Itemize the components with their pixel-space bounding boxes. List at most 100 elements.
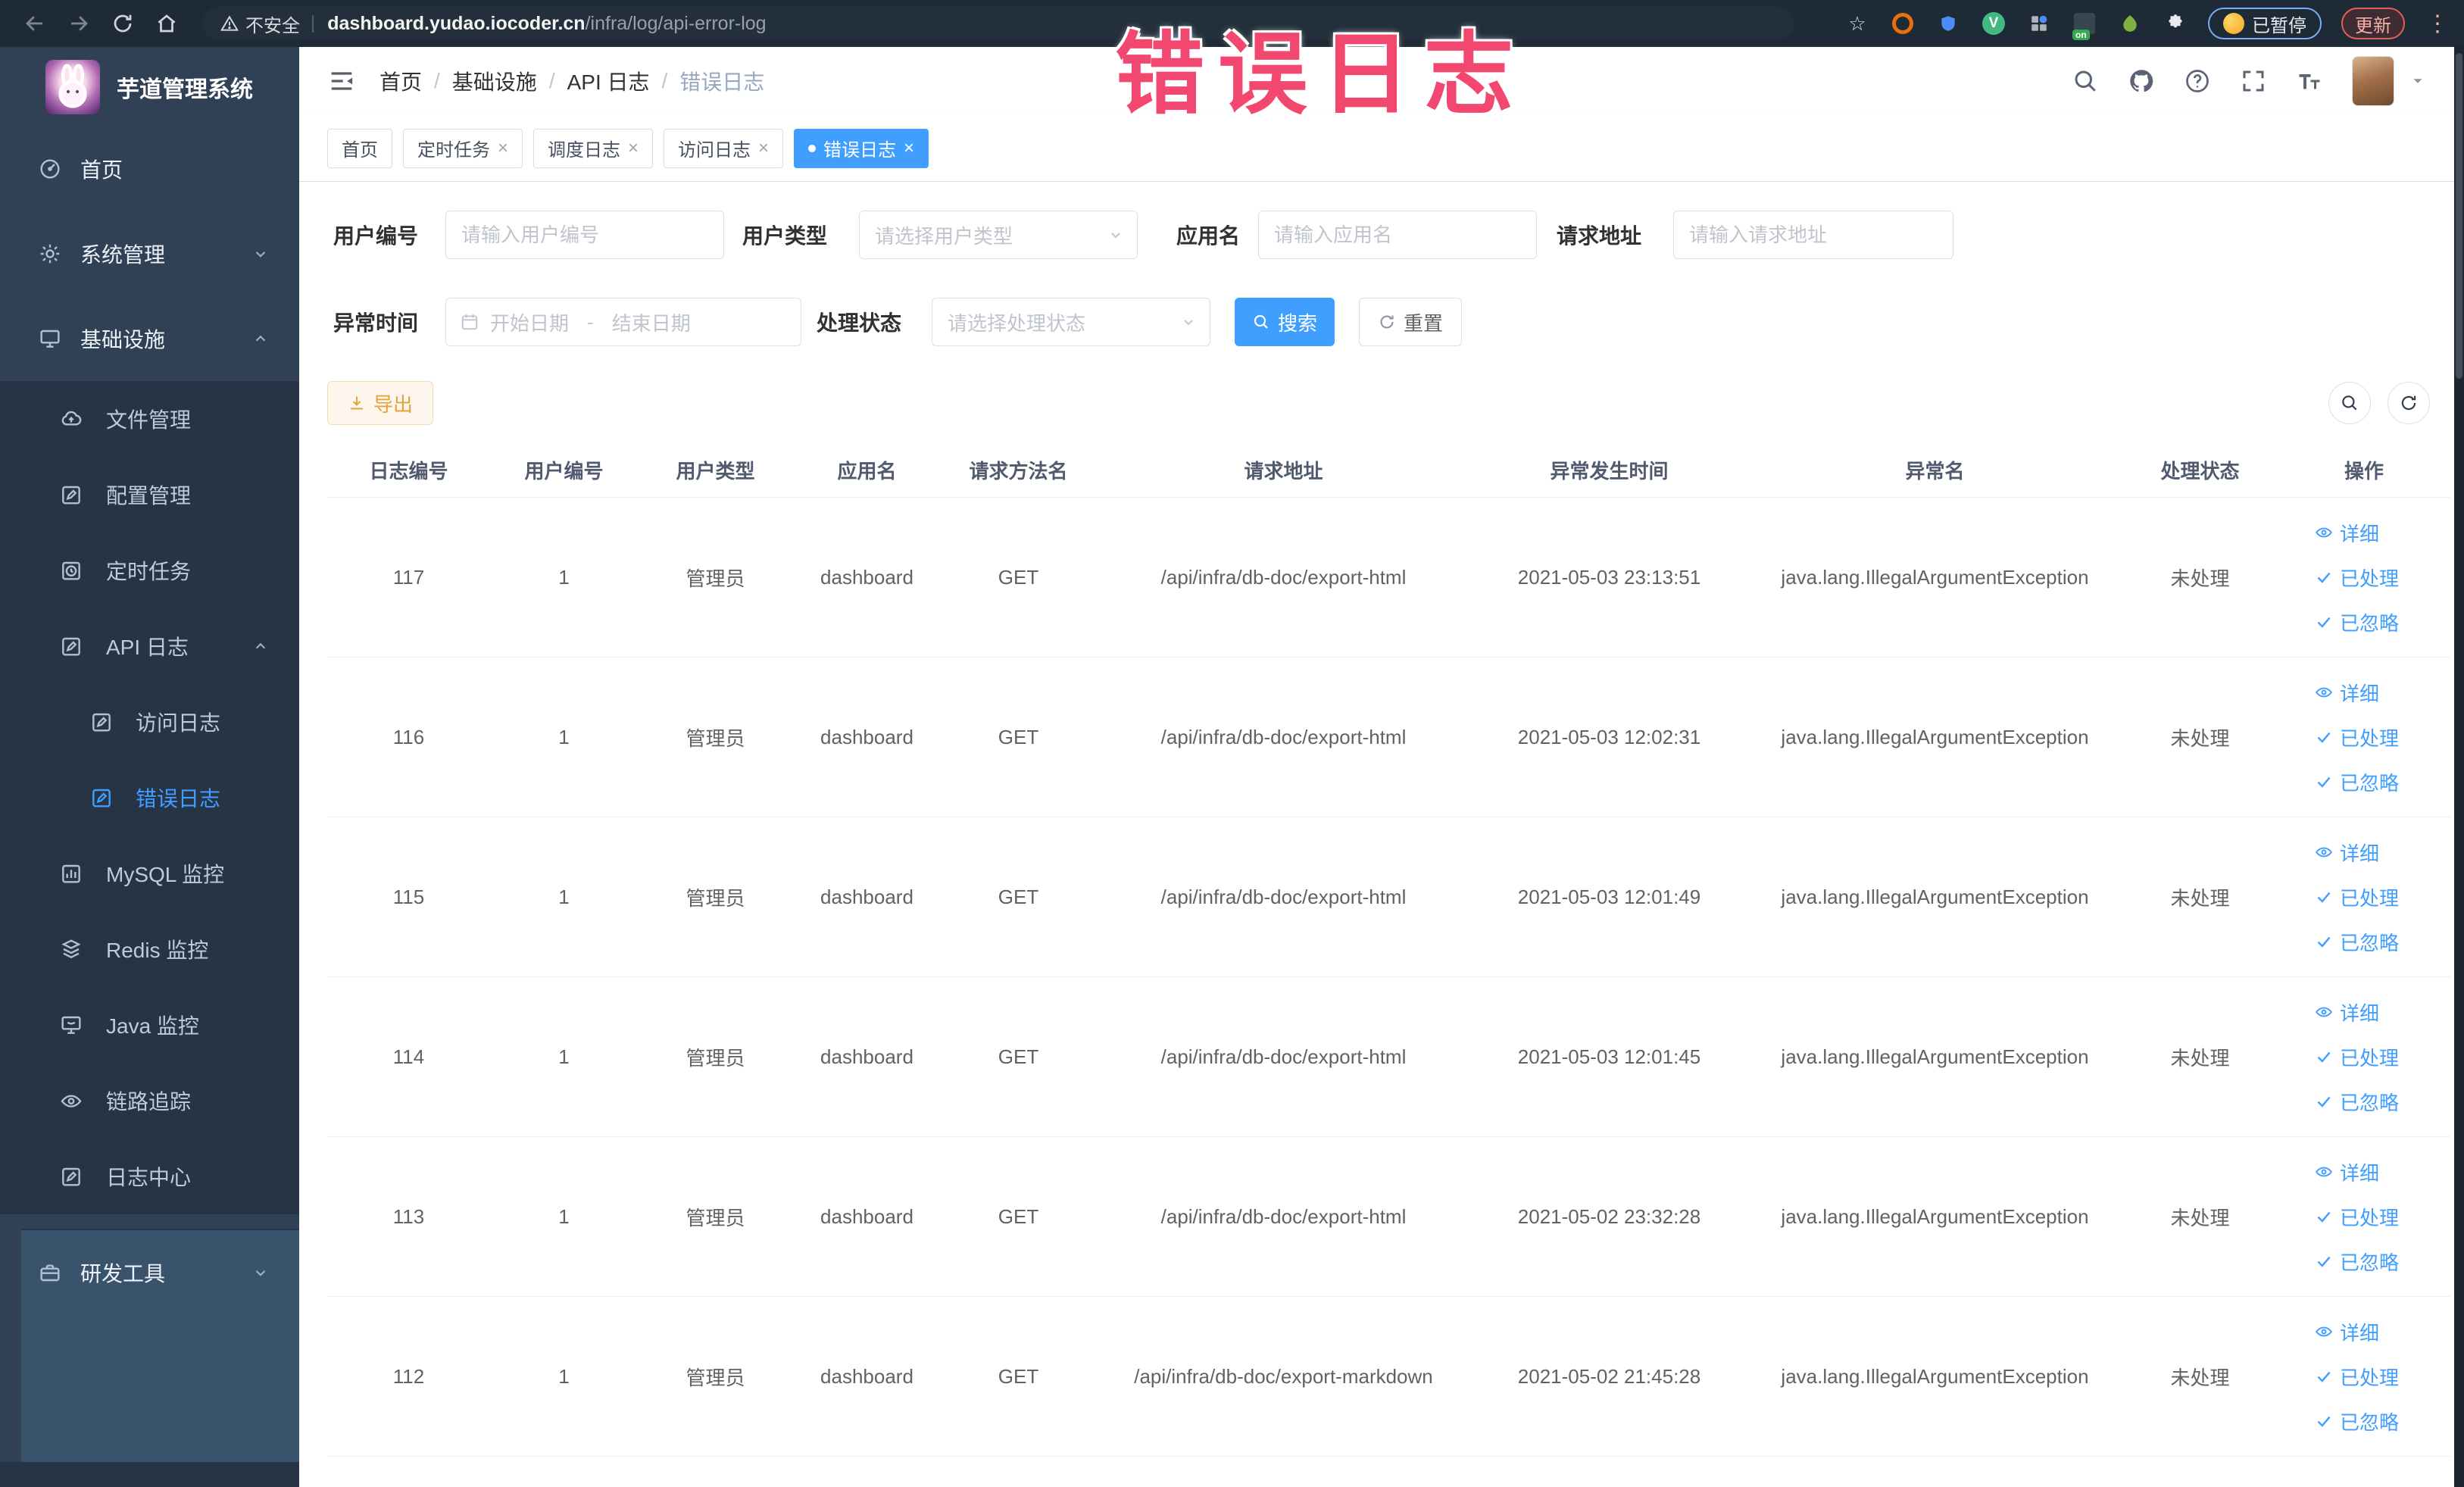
request-url-input[interactable] [1674, 211, 1953, 258]
help-icon[interactable] [2184, 67, 2211, 95]
extension-icon-grid[interactable] [2026, 11, 2052, 36]
browser-home-icon[interactable] [151, 8, 182, 39]
sidebar-item-dev-tools[interactable]: 研发工具 [21, 1230, 299, 1315]
export-button[interactable]: 导出 [327, 381, 433, 425]
extension-icon-orange[interactable] [1890, 11, 1916, 36]
mark-processed-link[interactable]: 已处理 [2314, 723, 2399, 751]
user-type-select[interactable]: 请选择用户类型 [859, 211, 1138, 259]
detail-link[interactable]: 详细 [2314, 998, 2379, 1026]
tab-home[interactable]: 首页 [327, 128, 392, 168]
extension-icon-vue[interactable]: V [1981, 11, 2006, 36]
sidebar-item-label: Java 监控 [106, 1014, 199, 1038]
tab-access-log[interactable]: 访问日志 × [664, 128, 784, 168]
detail-link[interactable]: 详细 [2314, 679, 2379, 707]
fullscreen-icon[interactable] [2240, 67, 2267, 95]
sidebar-item-config-management[interactable]: 配置管理 [0, 457, 299, 533]
process-status-select[interactable]: 请选择处理状态 [932, 298, 1210, 346]
browser-reload-icon[interactable] [108, 8, 138, 39]
table-header-row: 日志编号 用户编号 用户类型 应用名 请求方法名 请求地址 异常发生时间 异常名… [327, 443, 2450, 498]
sidebar-item-access-log[interactable]: 访问日志 [0, 684, 299, 760]
detail-link[interactable]: 详细 [2314, 519, 2379, 547]
cell-method: GET [998, 1364, 1039, 1388]
cell-user-type: 管理员 [685, 726, 745, 750]
search-icon[interactable] [2072, 67, 2099, 95]
sidebar-item-scheduled-jobs[interactable]: 定时任务 [0, 533, 299, 608]
mark-ignored-link[interactable]: 已忽略 [2314, 1248, 2399, 1276]
cell-app-name: dashboard [820, 565, 913, 589]
cell-exception-name: java.lang.IllegalArgumentException [1781, 725, 2089, 748]
close-icon[interactable]: × [904, 139, 914, 158]
scrollbar-thumb[interactable] [2456, 53, 2462, 379]
bookmark-star-icon[interactable]: ☆ [1844, 11, 1870, 36]
sidebar-item-api-log[interactable]: API 日志 [0, 608, 299, 684]
detail-link[interactable]: 详细 [2314, 1158, 2379, 1186]
mark-processed-link[interactable]: 已处理 [2314, 1363, 2399, 1391]
date-range-picker[interactable]: 开始日期 - 结束日期 [445, 298, 801, 346]
mark-ignored-link[interactable]: 已忽略 [2314, 1088, 2399, 1116]
tab-error-log[interactable]: 错误日志 × [794, 128, 929, 168]
extension-icon-blue[interactable] [1935, 11, 1961, 36]
font-size-icon[interactable] [2296, 67, 2323, 95]
sidebar-item-infrastructure[interactable]: 基础设施 [0, 296, 299, 381]
extension-icon-switch-on[interactable]: on [2072, 11, 2097, 40]
mark-ignored-link[interactable]: 已忽略 [2314, 608, 2399, 636]
breadcrumb-item[interactable]: API 日志 [567, 66, 650, 96]
mark-processed-link[interactable]: 已处理 [2314, 883, 2399, 911]
extensions-puzzle-icon[interactable] [2163, 11, 2188, 36]
extension-icon-green[interactable] [2117, 11, 2143, 36]
sidebar-item-home[interactable]: 首页 [0, 127, 299, 211]
breadcrumb-item[interactable]: 基础设施 [452, 66, 537, 96]
toggle-search-button[interactable] [2328, 382, 2371, 424]
sidebar-item-label: 定时任务 [106, 560, 192, 583]
breadcrumb-item[interactable]: 首页 [379, 66, 422, 96]
detail-link[interactable]: 详细 [2314, 839, 2379, 867]
sidebar-item-redis-monitor[interactable]: Redis 监控 [0, 911, 299, 987]
sidebar-item-log-center[interactable]: 日志中心 [0, 1139, 299, 1214]
mark-processed-link[interactable]: 已处理 [2314, 1043, 2399, 1071]
check-icon [2317, 776, 2331, 788]
active-tab-dot [808, 144, 817, 152]
app-logo-row[interactable]: 芋道管理系统 [0, 47, 299, 127]
mark-processed-link[interactable]: 已处理 [2314, 564, 2399, 592]
refresh-table-button[interactable] [2387, 382, 2430, 424]
sidebar-item-system-management[interactable]: 系统管理 [0, 211, 299, 296]
site-security-indicator[interactable]: 不安全 [220, 11, 300, 37]
detail-link[interactable]: 详细 [2314, 1318, 2379, 1346]
sidebar-item-file-management[interactable]: 文件管理 [0, 381, 299, 457]
mark-processed-link[interactable]: 已处理 [2314, 1203, 2399, 1231]
cell-user-id: 1 [558, 1364, 570, 1388]
page-scrollbar[interactable] [2454, 47, 2464, 1487]
profile-paused-badge[interactable]: 已暂停 [2208, 8, 2322, 39]
browser-forward-icon[interactable] [64, 8, 94, 39]
user-id-input[interactable] [446, 211, 723, 258]
close-icon[interactable]: × [628, 139, 639, 158]
sidebar-item-trace[interactable]: 链路追踪 [0, 1063, 299, 1139]
app-name-input[interactable] [1259, 211, 1536, 258]
reset-button[interactable]: 重置 [1359, 298, 1462, 346]
chevron-down-icon [1184, 320, 1193, 326]
browser-back-icon[interactable] [20, 8, 50, 39]
mark-ignored-link[interactable]: 已忽略 [2314, 1407, 2399, 1435]
close-icon[interactable]: × [758, 139, 769, 158]
sidebar-collapse-icon[interactable] [326, 66, 357, 96]
mark-ignored-link[interactable]: 已忽略 [2314, 928, 2399, 956]
mark-ignored-link[interactable]: 已忽略 [2314, 768, 2399, 796]
avatar[interactable] [2352, 56, 2394, 106]
tab-schedule-log[interactable]: 调度日志 × [533, 128, 654, 168]
search-button[interactable]: 搜索 [1235, 298, 1335, 346]
browser-menu-kebab-icon[interactable]: ⋮ [2425, 11, 2450, 36]
browser-update-button[interactable]: 更新 [2341, 8, 2405, 39]
address-bar[interactable]: 不安全 | dashboard.yudao.iocoder.cn /infra/… [203, 7, 1794, 40]
github-icon[interactable] [2128, 67, 2155, 95]
sidebar-item-mysql-monitor[interactable]: MySQL 监控 [0, 836, 299, 911]
cell-method: GET [998, 725, 1039, 748]
cell-user-type: 管理员 [685, 886, 745, 910]
sidebar-item-error-log[interactable]: 错误日志 [0, 760, 299, 836]
caret-down-icon[interactable] [2409, 73, 2426, 89]
close-icon[interactable]: × [498, 139, 508, 158]
filter-label: 请求地址 [1556, 224, 1641, 248]
sidebar-item-java-monitor[interactable]: Java 监控 [0, 987, 299, 1063]
cell-user-id: 1 [558, 1045, 570, 1068]
tab-scheduled-jobs[interactable]: 定时任务 × [403, 128, 523, 168]
sidebar-item-label: Redis 监控 [106, 939, 209, 962]
